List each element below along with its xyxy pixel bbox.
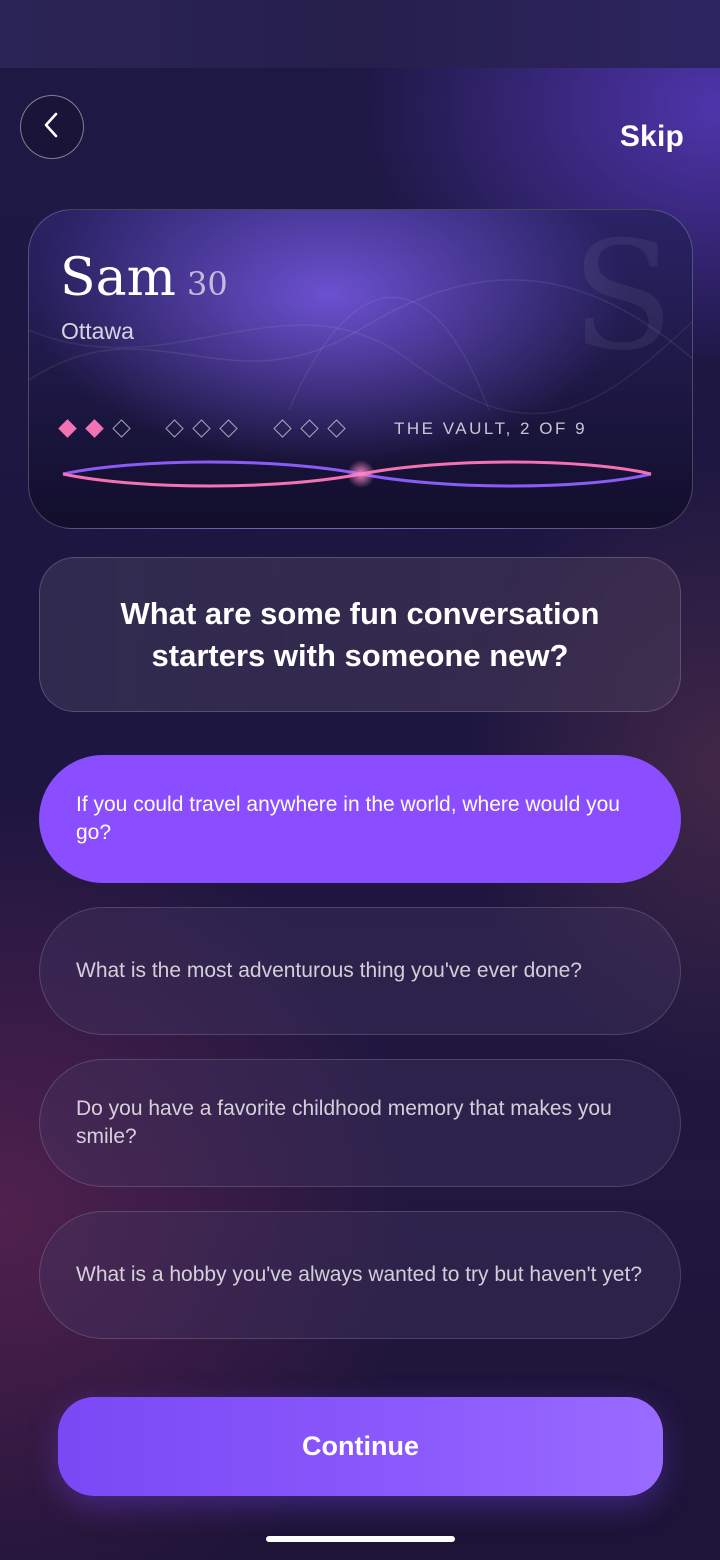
- answer-option-2[interactable]: What is the most adventurous thing you'v…: [39, 907, 681, 1035]
- skip-button[interactable]: Skip: [620, 120, 684, 154]
- progress-diamonds: [29, 416, 692, 442]
- profile-name: Sam: [60, 248, 176, 308]
- name-initial-watermark: S: [571, 210, 674, 384]
- profile-age: 30: [187, 265, 228, 303]
- profile-city: Ottawa: [61, 318, 134, 344]
- question-text: What are some fun conversation starters …: [120, 595, 600, 673]
- progress-diamond-1: [58, 419, 77, 438]
- answer-option-3[interactable]: Do you have a favorite childhood memory …: [39, 1059, 681, 1187]
- answer-option-label: What is the most adventurous thing you'v…: [76, 959, 582, 982]
- home-indicator: [266, 1536, 455, 1542]
- progress-diamond-8: [300, 419, 319, 438]
- answer-option-label: If you could travel anywhere in the worl…: [76, 793, 620, 844]
- question-card: What are some fun conversation starters …: [39, 557, 681, 712]
- progress-diamond-9: [327, 419, 346, 438]
- progress-label: THE VAULT, 2 OF 9: [394, 419, 588, 438]
- continue-button-label: Continue: [302, 1431, 419, 1461]
- progress-diamond-3: [112, 419, 131, 438]
- progress-diamond-7: [273, 419, 292, 438]
- status-bar: [0, 0, 720, 68]
- answer-option-1[interactable]: If you could travel anywhere in the worl…: [39, 755, 681, 883]
- progress-diamond-5: [192, 419, 211, 438]
- answer-option-label: What is a hobby you've always wanted to …: [76, 1263, 642, 1286]
- profile-card: S Sam 30 Ottawa THE VAULT, 2 OF 9: [28, 209, 693, 529]
- back-button[interactable]: [20, 95, 84, 159]
- progress-diamond-2: [85, 419, 104, 438]
- answer-option-label: Do you have a favorite childhood memory …: [76, 1097, 612, 1148]
- continue-button[interactable]: Continue: [58, 1397, 663, 1496]
- progress-diamond-4: [165, 419, 184, 438]
- chevron-left-icon: [41, 110, 63, 145]
- progress-diamond-6: [219, 419, 238, 438]
- answer-option-4[interactable]: What is a hobby you've always wanted to …: [39, 1211, 681, 1339]
- compatibility-wave: [62, 460, 652, 488]
